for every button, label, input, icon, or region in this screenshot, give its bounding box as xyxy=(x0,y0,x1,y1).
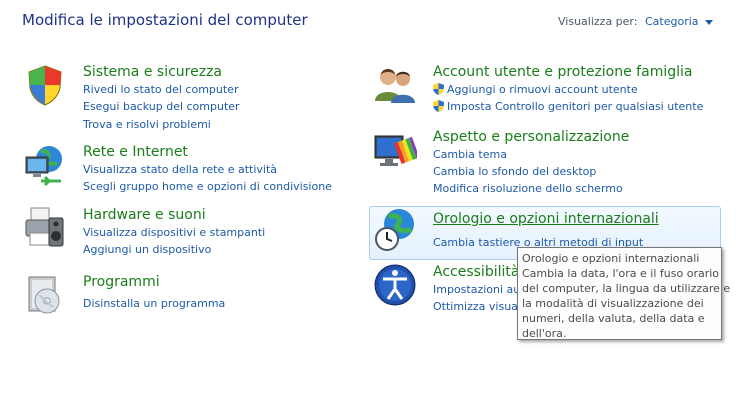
network-globe-icon[interactable] xyxy=(23,143,67,187)
category-title-clock-region[interactable]: Orologio e opzioni internazionali xyxy=(433,211,659,227)
category-title-hardware-sound[interactable]: Hardware e suoni xyxy=(83,207,206,223)
link-troubleshoot[interactable]: Trova e risolvi problemi xyxy=(83,118,211,131)
users-icon[interactable] xyxy=(373,63,417,107)
link-parental-controls-label: Imposta Controllo genitori per qualsiasi… xyxy=(447,100,704,113)
category-title-system-security[interactable]: Sistema e sicurezza xyxy=(83,64,222,80)
link-review-computer-status[interactable]: Rivedi lo stato del computer xyxy=(83,83,238,96)
link-homegroup-sharing[interactable]: Scegli gruppo home e opzioni di condivis… xyxy=(83,180,332,193)
programs-box-icon[interactable] xyxy=(23,273,67,317)
category-title-user-accounts[interactable]: Account utente e protezione famiglia xyxy=(433,64,692,80)
link-add-remove-accounts-label: Aggiungi o rimuovi account utente xyxy=(447,83,638,96)
view-by-value: Categoria xyxy=(645,15,699,28)
tooltip-line: dell'ora. xyxy=(522,327,567,340)
view-by-dropdown[interactable]: Categoria xyxy=(645,15,713,28)
link-add-remove-accounts[interactable]: Aggiungi o rimuovi account utente xyxy=(433,83,638,96)
page-title: Modifica le impostazioni del computer xyxy=(22,11,308,29)
link-screen-resolution[interactable]: Modifica risoluzione dello schermo xyxy=(433,182,623,195)
category-tooltip: Orologio e opzioni internazionali Cambia… xyxy=(517,247,731,340)
printer-speaker-icon[interactable] xyxy=(23,206,67,250)
tooltip-line: Orologio e opzioni internazionali xyxy=(522,252,700,265)
link-uninstall-program[interactable]: Disinstalla un programma xyxy=(83,297,225,310)
monitor-palette-icon[interactable] xyxy=(373,128,417,172)
clock-globe-icon[interactable] xyxy=(373,207,417,251)
link-parental-controls[interactable]: Imposta Controllo genitori per qualsiasi… xyxy=(433,100,703,113)
category-title-programs[interactable]: Programmi xyxy=(83,274,160,290)
category-title-accessibility[interactable]: Accessibilità xyxy=(433,264,519,280)
view-by-label: Visualizza per: xyxy=(558,15,638,28)
link-add-device[interactable]: Aggiungi un dispositivo xyxy=(83,243,211,256)
link-backup-computer[interactable]: Esegui backup del computer xyxy=(83,100,240,113)
uac-shield-icon xyxy=(433,83,444,95)
tooltip-line: Cambia la data, l'ora e il fuso orario xyxy=(522,267,720,280)
tooltip-line: numeri, della valuta, della data e xyxy=(522,312,705,325)
link-optimize-display[interactable]: Ottimizza visual xyxy=(433,300,521,313)
link-network-status[interactable]: Visualizza stato della rete e attività xyxy=(83,163,277,176)
category-title-network-internet[interactable]: Rete e Internet xyxy=(83,144,188,160)
link-change-theme[interactable]: Cambia tema xyxy=(433,148,507,161)
link-accessibility-settings[interactable]: Impostazioni au xyxy=(433,283,520,296)
accessibility-icon[interactable] xyxy=(373,263,417,307)
link-change-desktop-background[interactable]: Cambia lo sfondo del desktop xyxy=(433,165,596,178)
chevron-down-icon xyxy=(704,19,713,25)
shield-icon[interactable] xyxy=(23,63,67,107)
category-title-appearance[interactable]: Aspetto e personalizzazione xyxy=(433,129,629,145)
tooltip-line: del computer, la lingua da utilizzare e xyxy=(522,282,731,295)
tooltip-line: la modalità di visualizzazione dei xyxy=(522,297,704,310)
uac-shield-icon xyxy=(433,100,444,112)
link-devices-printers[interactable]: Visualizza dispositivi e stampanti xyxy=(83,226,265,239)
